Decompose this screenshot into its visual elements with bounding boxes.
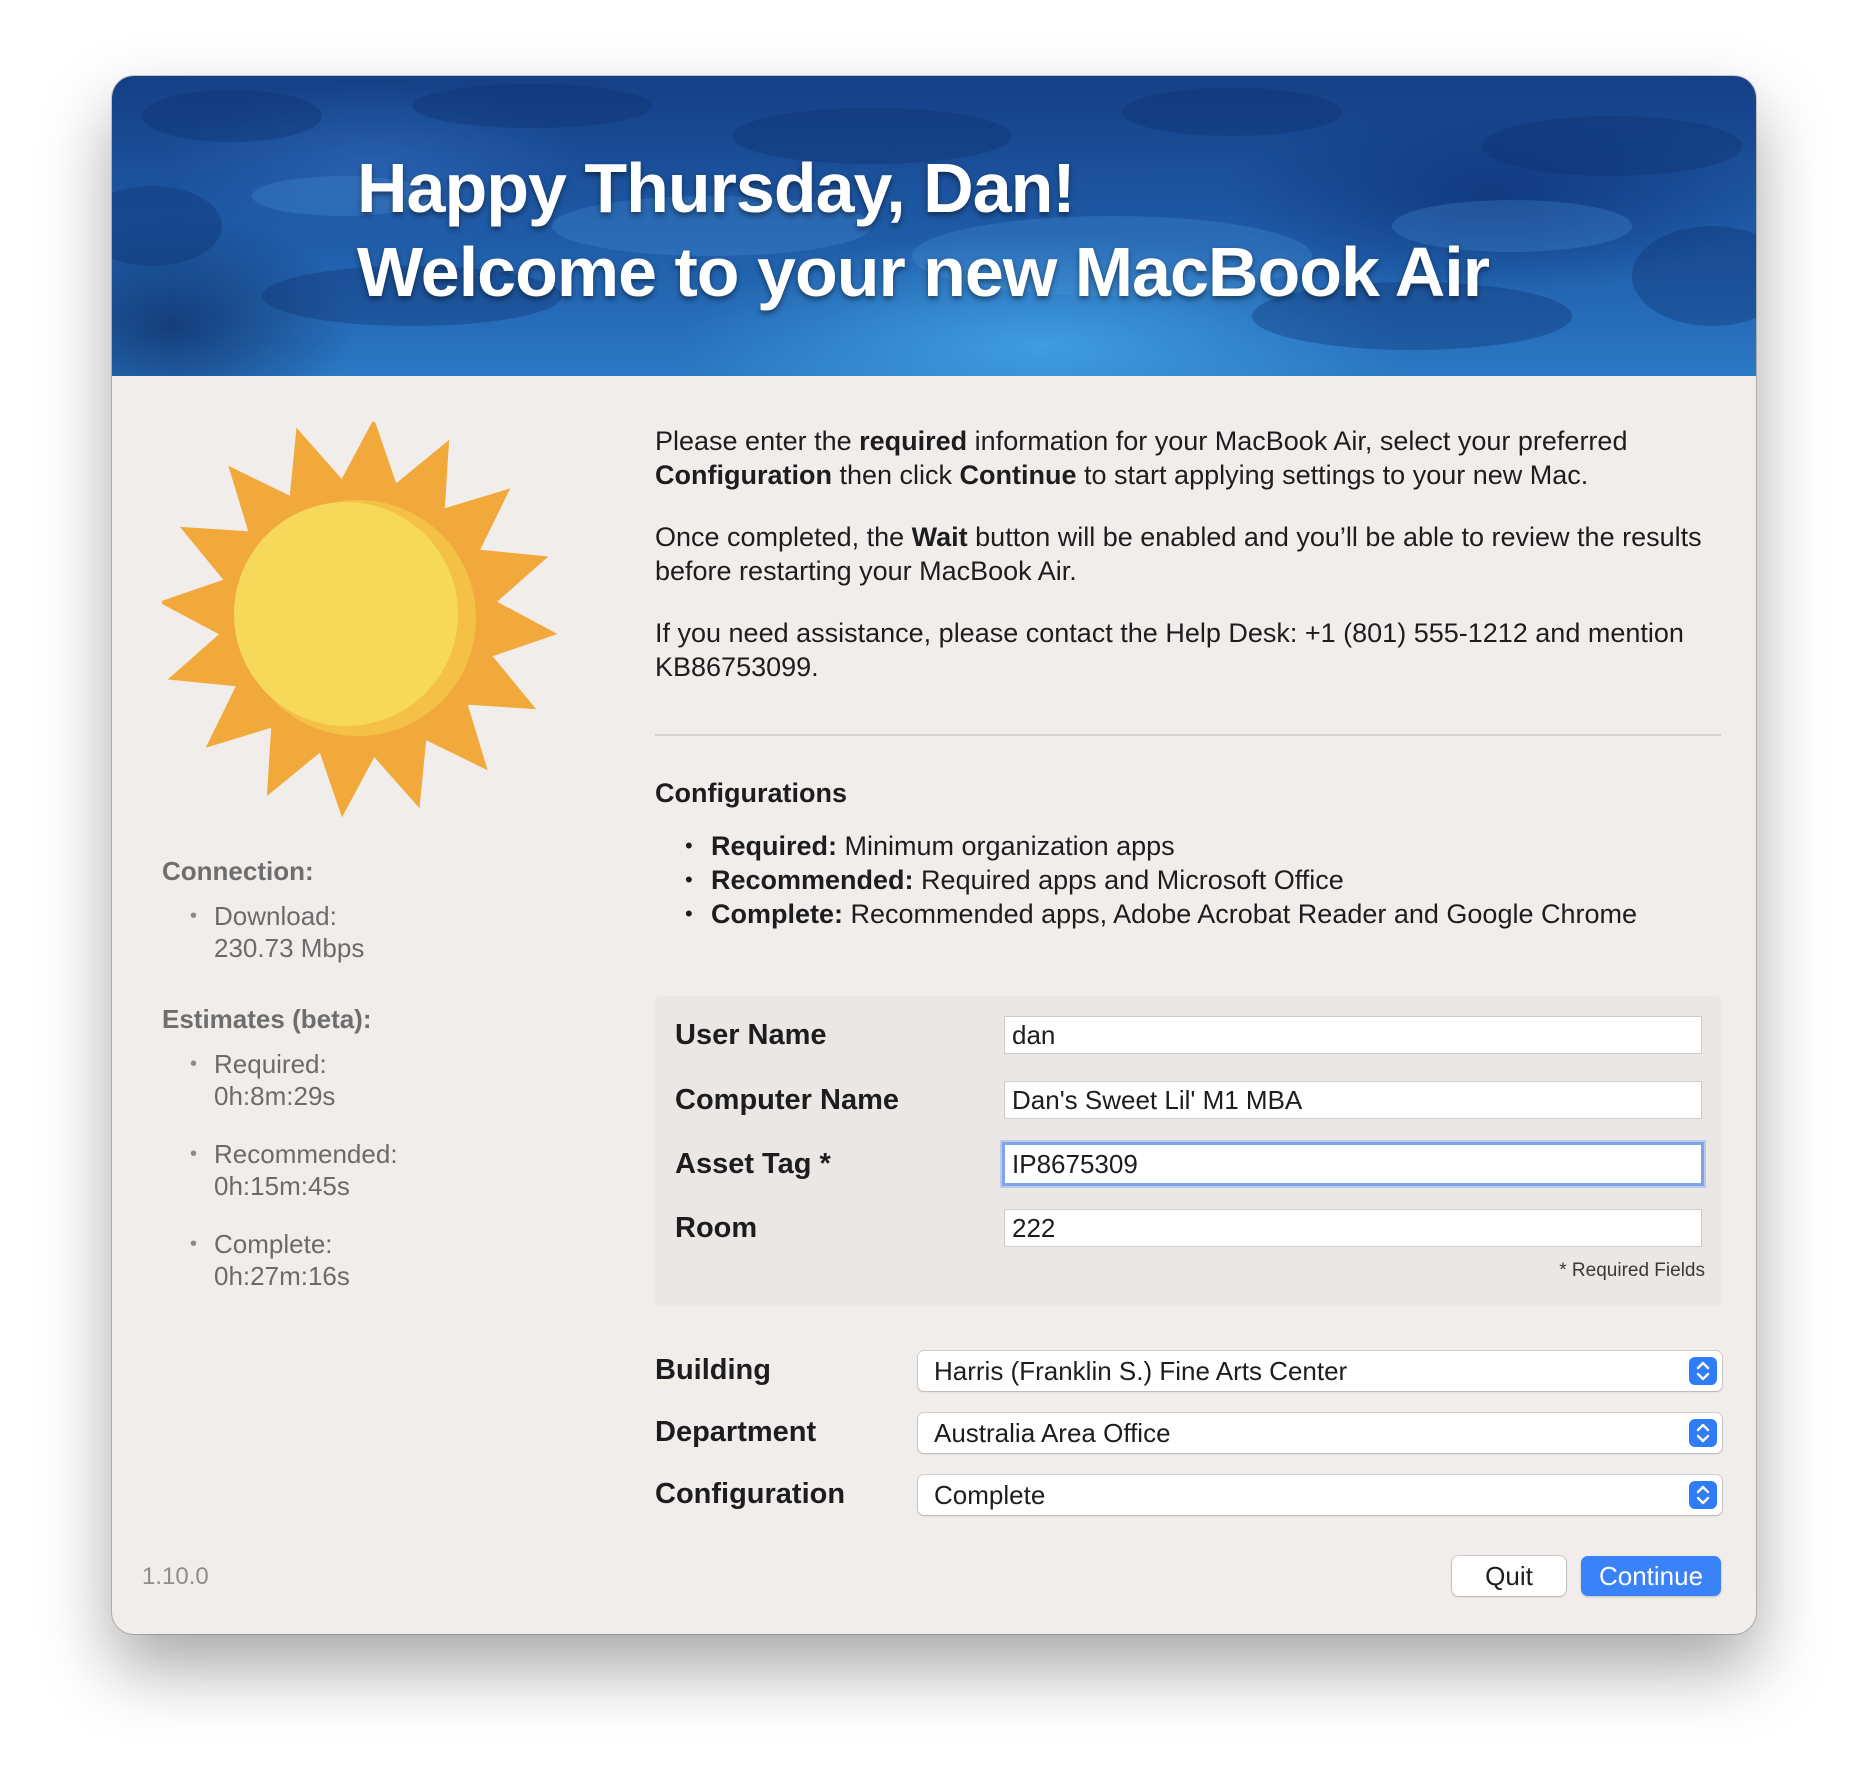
configuration-item: Recommended: Required apps and Microsoft…	[655, 863, 1637, 897]
intro-text-segment: Please enter the	[655, 426, 860, 456]
configuration-name: Required:	[711, 831, 838, 861]
estimate-item: Required: 0h:8m:29s	[162, 1048, 562, 1112]
page-title: Happy Thursday, Dan! Welcome to your new…	[357, 146, 1490, 314]
intro-paragraph-2: Once completed, the Wait button will be …	[655, 520, 1721, 588]
intro-emphasis: Wait	[911, 522, 968, 552]
download-item: Download: 230.73 Mbps	[162, 900, 562, 964]
department-select[interactable]: Australia Area Office	[918, 1413, 1722, 1453]
building-select-value: Harris (Franklin S.) Fine Arts Center	[934, 1356, 1348, 1386]
continue-button[interactable]: Continue	[1581, 1556, 1721, 1596]
room-field[interactable]	[1004, 1209, 1702, 1247]
onboarding-window: Happy Thursday, Dan! Welcome to your new…	[112, 76, 1756, 1634]
required-fields-note: * Required Fields	[1559, 1260, 1705, 1281]
chevron-updown-icon	[1689, 1481, 1717, 1509]
building-select[interactable]: Harris (Franklin S.) Fine Arts Center	[918, 1351, 1722, 1391]
configuration-name: Recommended:	[711, 865, 914, 895]
configuration-name: Complete:	[711, 899, 844, 929]
computer-name-label: Computer Name	[675, 1084, 899, 1116]
welcome-text: Welcome to your new MacBook Air	[357, 233, 1490, 311]
connection-list: Download: 230.73 Mbps	[162, 900, 562, 964]
user-name-label: User Name	[675, 1019, 827, 1051]
intro-text-segment: then click	[831, 460, 960, 490]
intro-emphasis: Configuration	[655, 460, 832, 490]
estimates-list: Required: 0h:8m:29s Recommended: 0h:15m:…	[162, 1048, 562, 1292]
asset-tag-label: Asset Tag *	[675, 1148, 831, 1180]
computer-name-field[interactable]	[1004, 1081, 1702, 1119]
intro-text-segment: to start applying settings to your new M…	[1076, 460, 1589, 490]
chevron-updown-icon	[1689, 1419, 1717, 1447]
configuration-select-value: Complete	[934, 1480, 1046, 1510]
intro-text: Please enter the required information fo…	[655, 424, 1721, 684]
estimate-value: 0h:15m:45s	[214, 1171, 350, 1201]
sun-icon	[162, 422, 558, 818]
estimate-label: Recommended:	[214, 1139, 398, 1169]
estimate-label: Complete:	[214, 1229, 333, 1259]
intro-text-segment: If you need assistance, please contact t…	[655, 618, 1684, 682]
configuration-desc: Required apps and Microsoft Office	[913, 865, 1344, 895]
download-value: 230.73 Mbps	[214, 933, 365, 963]
building-label: Building	[655, 1354, 771, 1386]
quit-button[interactable]: Quit	[1452, 1556, 1566, 1596]
greeting-text: Happy Thursday, Dan!	[357, 149, 1076, 227]
connection-heading: Connection:	[162, 856, 314, 886]
configuration-label: Configuration	[655, 1478, 846, 1510]
configuration-select[interactable]: Complete	[918, 1475, 1722, 1515]
configurations-heading: Configurations	[655, 778, 847, 808]
estimate-value: 0h:27m:16s	[214, 1261, 350, 1291]
configuration-desc: Minimum organization apps	[837, 831, 1175, 861]
estimates-heading: Estimates (beta):	[162, 1004, 372, 1034]
asset-tag-field[interactable]	[1002, 1142, 1704, 1186]
department-label: Department	[655, 1416, 817, 1448]
chevron-updown-icon	[1689, 1357, 1717, 1385]
version-label: 1.10.0	[142, 1563, 209, 1590]
intro-text-segment: information for your MacBook Air, select…	[967, 426, 1628, 456]
intro-emphasis: required	[859, 426, 968, 456]
department-select-value: Australia Area Office	[934, 1418, 1171, 1448]
intro-paragraph-3: If you need assistance, please contact t…	[655, 616, 1721, 684]
configuration-item: Required: Minimum organization apps	[655, 829, 1637, 863]
intro-text-segment: Once completed, the	[655, 522, 912, 552]
user-name-field[interactable]	[1004, 1016, 1702, 1054]
estimate-label: Required:	[214, 1049, 327, 1079]
configurations-list: Required: Minimum organization apps Reco…	[655, 829, 1637, 931]
room-label: Room	[675, 1212, 758, 1244]
intro-paragraph-1: Please enter the required information fo…	[655, 424, 1721, 492]
divider	[655, 734, 1721, 736]
intro-emphasis: Continue	[959, 460, 1077, 490]
estimate-item: Complete: 0h:27m:16s	[162, 1228, 562, 1292]
configuration-desc: Recommended apps, Adobe Acrobat Reader a…	[843, 899, 1638, 929]
estimate-item: Recommended: 0h:15m:45s	[162, 1138, 562, 1202]
configuration-item: Complete: Recommended apps, Adobe Acroba…	[655, 897, 1637, 931]
header-banner: Happy Thursday, Dan! Welcome to your new…	[112, 76, 1756, 376]
download-label: Download:	[214, 901, 337, 931]
estimate-value: 0h:8m:29s	[214, 1081, 336, 1111]
